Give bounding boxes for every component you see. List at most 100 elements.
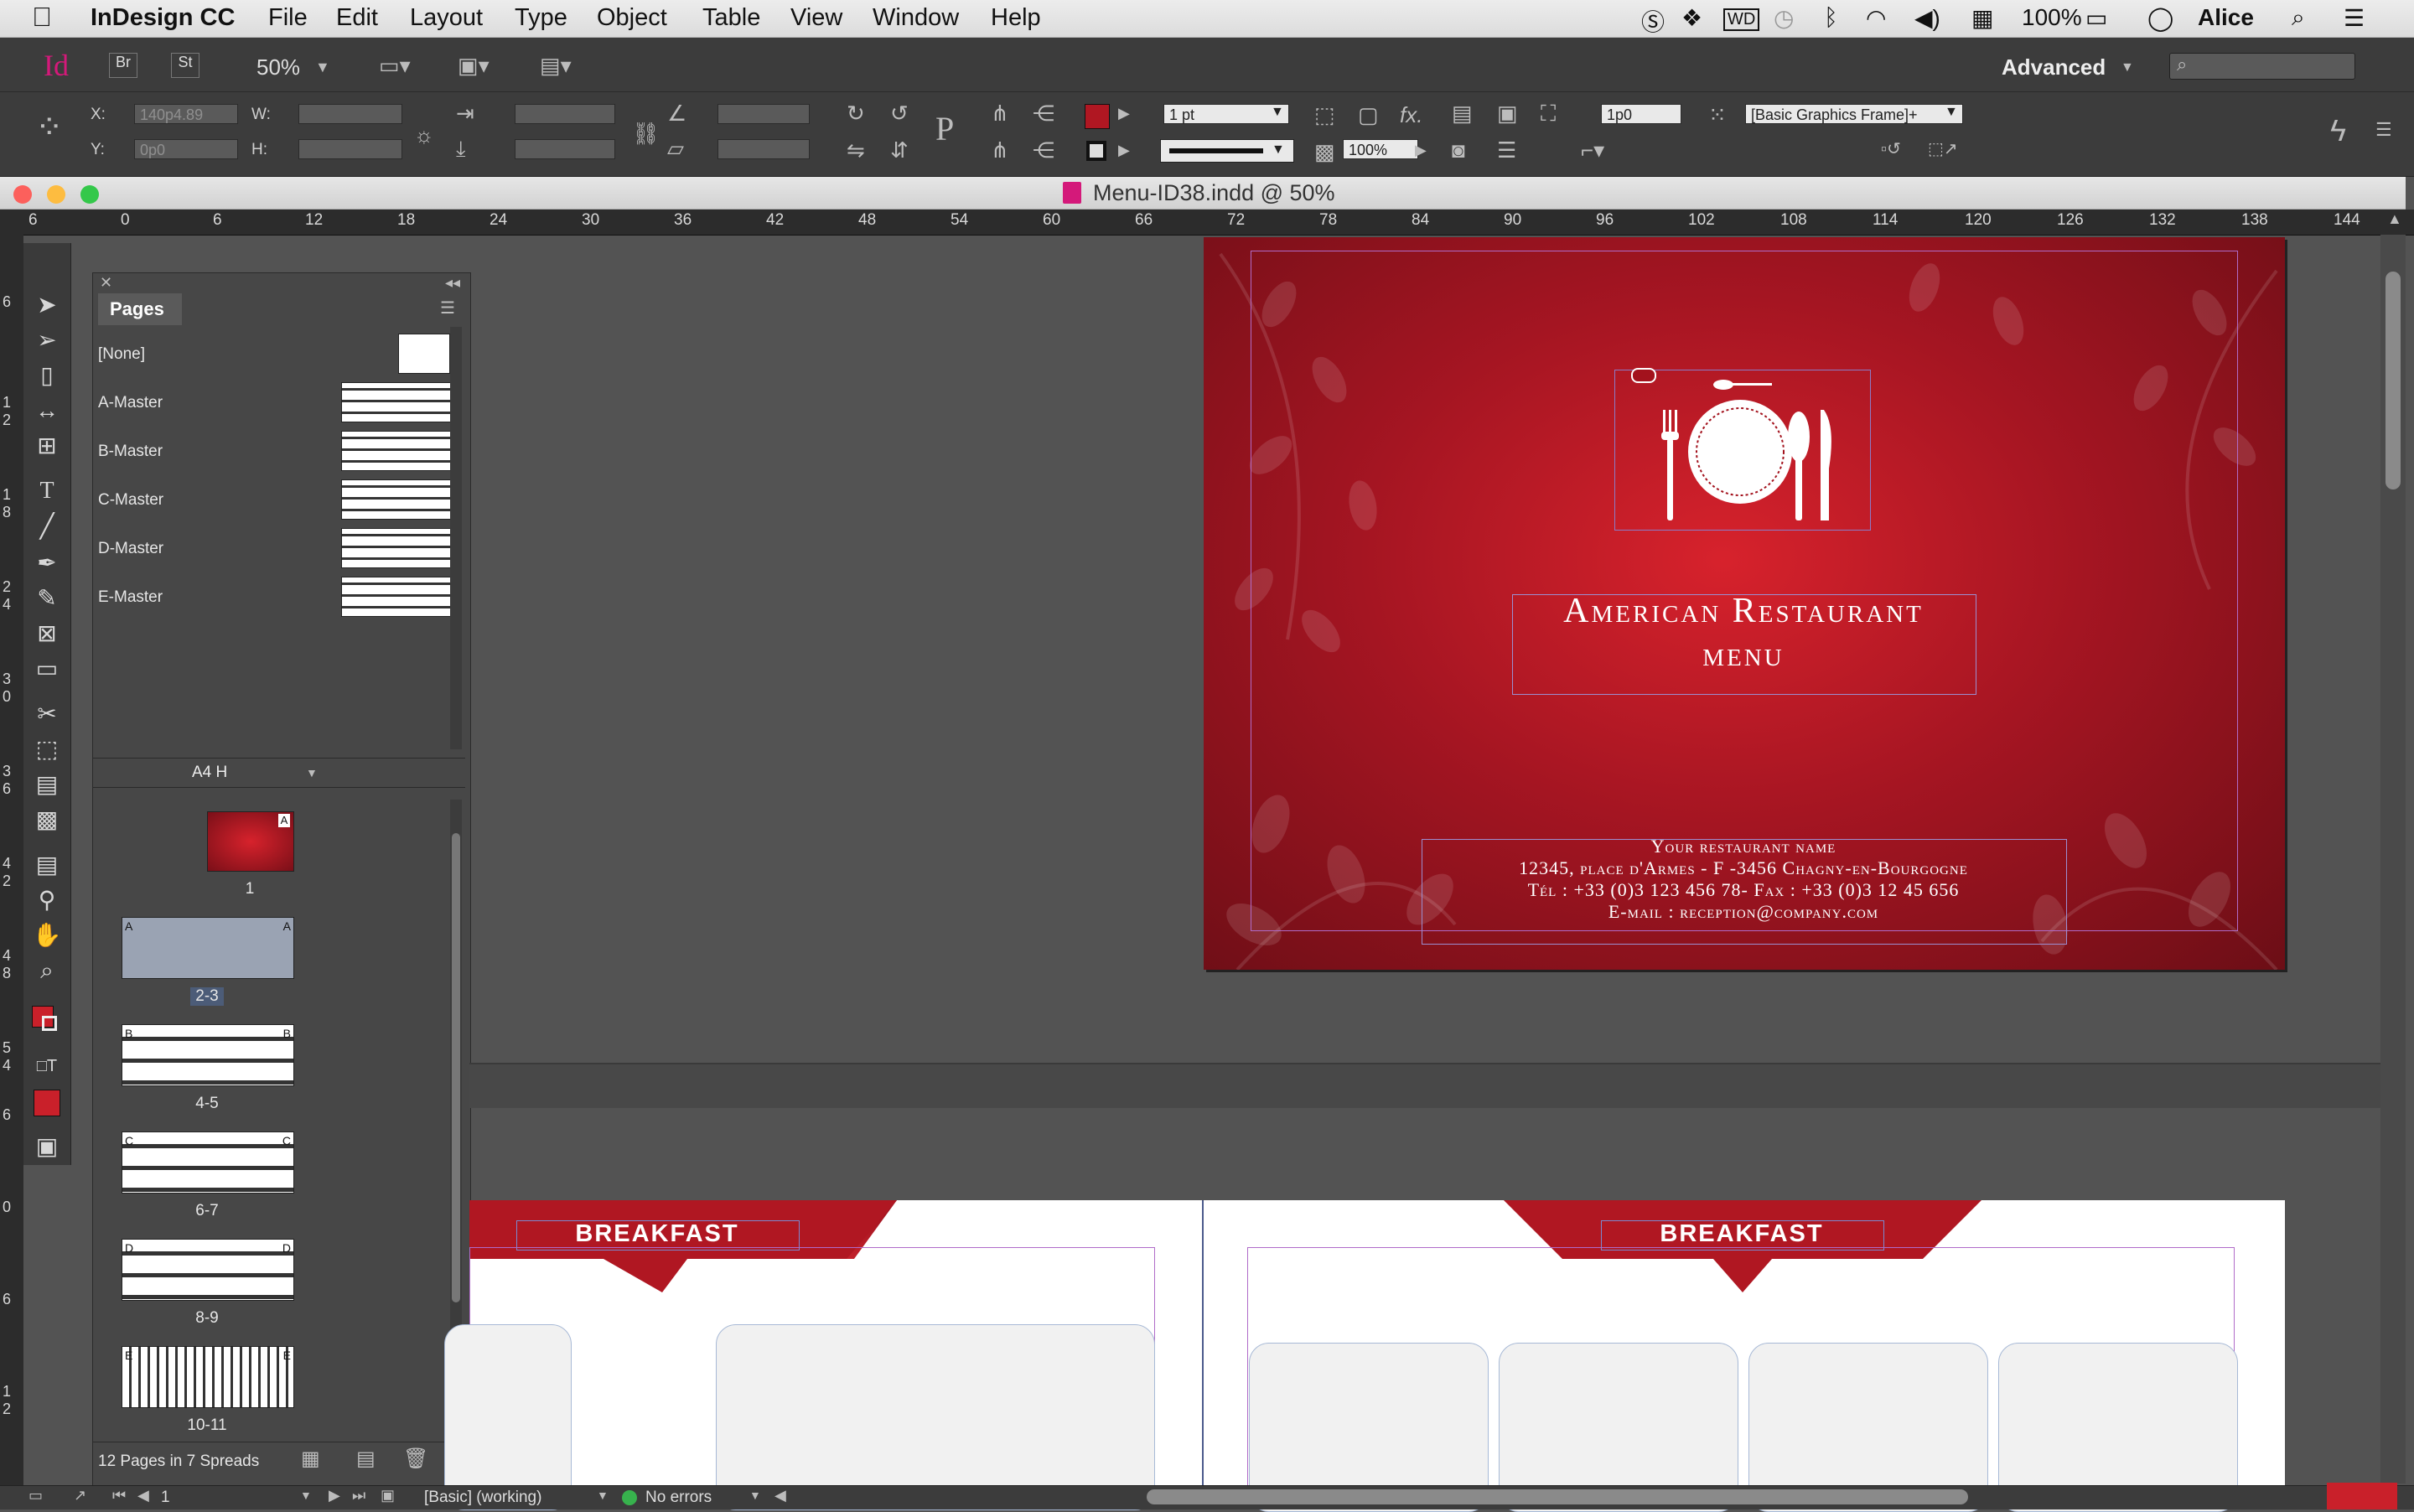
delete-page-icon[interactable]: 🗑 (403, 1449, 428, 1469)
rotate-cw-icon[interactable]: ↻ (847, 102, 865, 124)
object-style-select[interactable]: [Basic Graphics Frame]+ (1745, 104, 1963, 124)
chevron-down-icon[interactable]: ▼ (749, 1489, 761, 1501)
height-field[interactable] (298, 139, 402, 159)
select-container-icon[interactable]: ⋔ (991, 102, 1009, 124)
horizontal-ruler[interactable]: 6 0 6 12 18 24 30 36 42 48 54 60 66 72 7… (0, 210, 2414, 236)
tab-pages[interactable]: Pages (98, 293, 182, 325)
open-in-finder-icon[interactable]: ↗ (74, 1488, 86, 1503)
corner-options-icon[interactable]: ▢ (1358, 104, 1379, 126)
direct-selection-tool-icon[interactable]: ➢ (32, 325, 62, 355)
chevron-down-icon[interactable]: ▼ (2121, 61, 2134, 75)
master-e[interactable]: E-Master (98, 588, 163, 607)
scroll-left-icon[interactable]: ◀ (774, 1488, 786, 1503)
clear-overrides-icon[interactable]: ▫↺ (1881, 141, 1901, 158)
gap-tool-icon[interactable]: ↔ (32, 396, 62, 426)
screen-mode-icon[interactable]: ▣ (32, 1131, 62, 1162)
stroke-color-swatch[interactable] (42, 1016, 57, 1031)
scissors-tool-icon[interactable]: ✂ (32, 699, 62, 729)
workspace-switcher[interactable]: Advanced (2002, 54, 2106, 80)
page-tool-icon[interactable]: ▯ (32, 360, 62, 391)
x-field[interactable]: 140p4.89 (134, 104, 238, 124)
cover-page[interactable]: American Restaurant menu Your restaurant… (1204, 237, 2285, 970)
close-window-button[interactable] (13, 185, 32, 204)
line-tool-icon[interactable]: ╱ (32, 511, 62, 541)
search-field[interactable]: ⌕ (2169, 53, 2355, 80)
page-1-thumbnail[interactable]: A (207, 811, 294, 872)
content-collector-icon[interactable]: ⊞ (32, 431, 62, 461)
apply-color-icon[interactable] (34, 1090, 60, 1116)
reference-point-icon[interactable]: ⁘ (35, 111, 64, 144)
spread-8-9-thumbnail[interactable]: D D (122, 1239, 294, 1301)
vertical-scrollbar[interactable] (2380, 235, 2406, 1484)
fill-menu-icon[interactable]: ▶ (1118, 106, 1130, 121)
time-machine-icon[interactable]: ◷ (1774, 4, 1794, 32)
screen-mode-icon[interactable]: ▣▾ (458, 54, 490, 76)
note-tool-icon[interactable]: ▤ (32, 850, 62, 880)
spread-2-3[interactable]: BREAKFAST BREAKFAST (444, 1200, 2285, 1512)
first-page-icon[interactable]: ⏮ (112, 1488, 126, 1503)
offset-field[interactable]: 1p0 (1601, 104, 1681, 124)
spread-2-3-thumbnail[interactable]: A A (122, 917, 294, 979)
master-e-thumbnail[interactable] (341, 577, 458, 617)
notification-icon[interactable]: ☰ (2344, 4, 2365, 32)
type-tool-icon[interactable]: T (32, 476, 62, 506)
master-none-thumbnail[interactable] (398, 334, 450, 374)
spread-10-11-thumbnail[interactable]: E E (122, 1346, 294, 1408)
previous-page-icon[interactable]: ◀ (137, 1488, 149, 1503)
menu-layout[interactable]: Layout (410, 4, 483, 32)
master-b[interactable]: B-Master (98, 443, 163, 461)
text-wrap-none-icon[interactable]: ▤ (1452, 102, 1473, 124)
menu-file[interactable]: File (268, 4, 308, 32)
master-b-thumbnail[interactable] (341, 431, 458, 471)
rotate-ccw-icon[interactable]: ↺ (890, 102, 909, 124)
link-badge-icon[interactable] (1631, 368, 1656, 383)
scale-x-field[interactable] (515, 104, 615, 124)
masters-scrollbar[interactable] (450, 327, 462, 749)
wrap-shape-icon[interactable]: ◙ (1452, 139, 1465, 161)
panel-menu-icon[interactable]: ☰ (440, 300, 455, 317)
zoom-level[interactable]: 50% (256, 54, 300, 80)
gradient-feather-tool-icon[interactable]: ▩ (32, 805, 62, 835)
pencil-tool-icon[interactable]: ✎ (32, 583, 62, 614)
spread-4-5-thumbnail[interactable]: B B (122, 1024, 294, 1086)
menu-window[interactable]: Window (873, 4, 959, 32)
wifi-icon[interactable]: ◠ (1866, 4, 1886, 32)
spread-6-7-thumbnail[interactable]: C C (122, 1131, 294, 1194)
collapse-panel-icon[interactable]: ◂◂ (445, 275, 460, 290)
gradient-swatch-tool-icon[interactable]: ▤ (32, 769, 62, 800)
zoom-tool-icon[interactable]: ⌕ (32, 955, 62, 986)
horizontal-scroll-thumb[interactable] (1147, 1489, 1968, 1504)
new-page-icon[interactable]: ▤ (356, 1449, 376, 1469)
view-options-icon[interactable]: ▭▾ (379, 54, 411, 76)
shear-field[interactable] (717, 139, 810, 159)
edit-page-size-icon[interactable]: ▦ (301, 1449, 320, 1469)
scale-y-field[interactable] (515, 139, 615, 159)
shear-angle-icon[interactable]: ▱ (667, 137, 684, 159)
close-panel-icon[interactable]: ✕ (100, 275, 112, 290)
cover-title[interactable]: American Restaurant menu (1512, 589, 1975, 676)
user-name[interactable]: Alice (2198, 4, 2254, 31)
next-page-icon[interactable]: ▶ (329, 1488, 340, 1503)
vertical-ruler[interactable]: 6 12 18 24 30 36 42 48 54 6 0 6 12 (0, 235, 23, 1492)
app-menu[interactable]: InDesign CC (91, 4, 235, 32)
hand-tool-icon[interactable]: ✋ (32, 920, 62, 950)
frame-fitting-icon[interactable]: ⬚↗ (1928, 141, 1958, 158)
document-style[interactable]: [Basic] (working) (424, 1489, 541, 1507)
scale-x-icon[interactable]: ⇥ (456, 102, 474, 124)
menu-type[interactable]: Type (515, 4, 567, 32)
status-menu-icon[interactable]: ▭ (28, 1488, 43, 1503)
zoom-window-button[interactable] (80, 185, 99, 204)
constrain-proportions-icon[interactable]: ☼ (414, 124, 434, 146)
scroll-thumb[interactable] (2386, 272, 2401, 489)
master-d-thumbnail[interactable] (341, 528, 458, 568)
master-a-thumbnail[interactable] (341, 382, 458, 422)
link-icon[interactable]: ⛓ (632, 122, 660, 144)
object-styles-icon[interactable]: ⁙ (1708, 104, 1727, 126)
toggle-view-icon[interactable]: ▣ (381, 1488, 395, 1503)
last-page-icon[interactable]: ⏭ (352, 1488, 365, 1503)
chevron-down-icon[interactable]: ▼ (1271, 106, 1284, 119)
opacity-menu-icon[interactable]: ▶ (1415, 142, 1427, 158)
scale-y-icon[interactable]: ⤓ (456, 137, 466, 159)
select-previous-icon[interactable]: ⋔ (991, 139, 1009, 161)
page-number-field[interactable]: 1 (161, 1489, 170, 1507)
